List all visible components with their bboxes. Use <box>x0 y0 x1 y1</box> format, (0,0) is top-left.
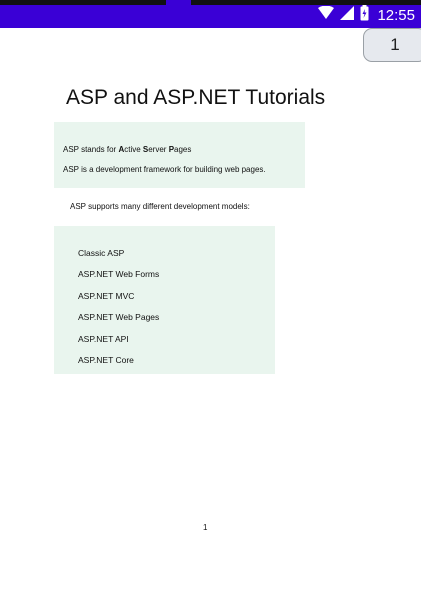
status-bar: 12:55 <box>0 0 421 28</box>
battery-icon <box>360 4 369 26</box>
page-number-button[interactable]: 1 <box>363 28 421 62</box>
page-footer-number: 1 <box>203 523 208 532</box>
signal-icon <box>340 5 355 25</box>
list-item: ASP.NET API <box>78 334 129 344</box>
intro-line-2: ASP is a development framework for build… <box>63 165 266 174</box>
status-icons: 12:55 <box>318 4 415 26</box>
intro-box: ASP stands for Active Server Pages ASP i… <box>54 122 305 188</box>
list-item: ASP.NET Web Forms <box>78 269 160 279</box>
list-item: ASP.NET MVC <box>78 291 135 301</box>
models-intro-text: ASP supports many different development … <box>70 202 250 211</box>
list-item: ASP.NET Core <box>78 355 134 365</box>
wifi-icon <box>318 5 335 25</box>
intro-line-1: ASP stands for Active Server Pages <box>63 145 192 154</box>
list-item: ASP.NET Web Pages <box>78 312 160 322</box>
page-title: ASP and ASP.NET Tutorials <box>66 86 326 109</box>
status-time: 12:55 <box>377 6 415 24</box>
page-number-label: 1 <box>390 35 400 54</box>
status-bar-edge <box>0 0 166 5</box>
models-list: Classic ASP ASP.NET Web Forms ASP.NET MV… <box>54 226 275 374</box>
list-item: Classic ASP <box>78 248 125 258</box>
